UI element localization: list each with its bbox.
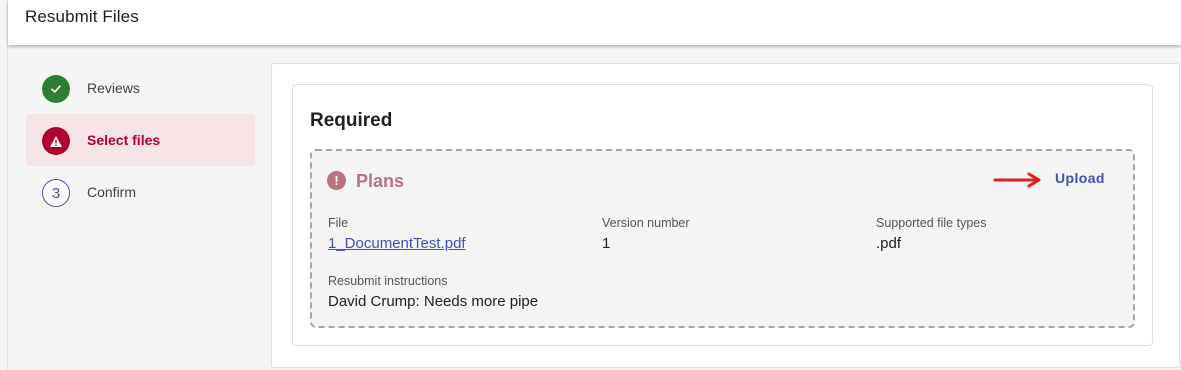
page-title: Resubmit Files — [25, 7, 139, 26]
file-link[interactable]: 1_DocumentTest.pdf — [328, 235, 466, 253]
version-label: Version number — [602, 216, 690, 230]
main-card: Required ! Plans Upload File 1_DocumentT… — [271, 63, 1180, 368]
alert-circle-icon: ! — [327, 171, 346, 190]
file-types-value: .pdf — [876, 235, 902, 252]
step-number-icon: 3 — [42, 179, 70, 207]
file-label: File — [328, 216, 349, 230]
file-types-label: Supported file types — [876, 216, 987, 230]
file-field: File 1_DocumentTest.pdf — [328, 215, 466, 253]
step-label: Select files — [87, 132, 161, 148]
step-reviews[interactable]: Reviews — [26, 62, 255, 114]
warning-icon — [42, 127, 70, 155]
section-title: Required — [310, 110, 393, 131]
stepper: Reviews Select files 3 Confirm — [26, 62, 256, 218]
instructions-label: Resubmit instructions — [328, 274, 448, 288]
required-section: Required ! Plans Upload File 1_DocumentT… — [292, 84, 1153, 346]
version-field: Version number 1 — [602, 215, 690, 253]
step-confirm[interactable]: 3 Confirm — [26, 166, 255, 218]
file-dropzone[interactable]: ! Plans Upload File 1_DocumentTest.pdf V… — [310, 149, 1135, 328]
arrow-right-icon — [993, 172, 1041, 188]
app-shell: Resubmit Files Reviews Select files 3 Co… — [7, 0, 1181, 370]
step-label: Confirm — [87, 184, 137, 200]
instructions-value: David Crump: Needs more pipe — [328, 293, 539, 310]
version-value: 1 — [602, 235, 611, 252]
upload-button[interactable]: Upload — [1055, 170, 1105, 186]
page-header: Resubmit Files — [8, 0, 1181, 45]
file-types-field: Supported file types .pdf — [876, 215, 987, 253]
instructions-field: Resubmit instructions David Crump: Needs… — [328, 273, 538, 311]
step-select-files[interactable]: Select files — [26, 114, 255, 166]
step-label: Reviews — [87, 80, 140, 96]
check-icon — [42, 75, 70, 103]
file-group-title: Plans — [356, 171, 405, 191]
